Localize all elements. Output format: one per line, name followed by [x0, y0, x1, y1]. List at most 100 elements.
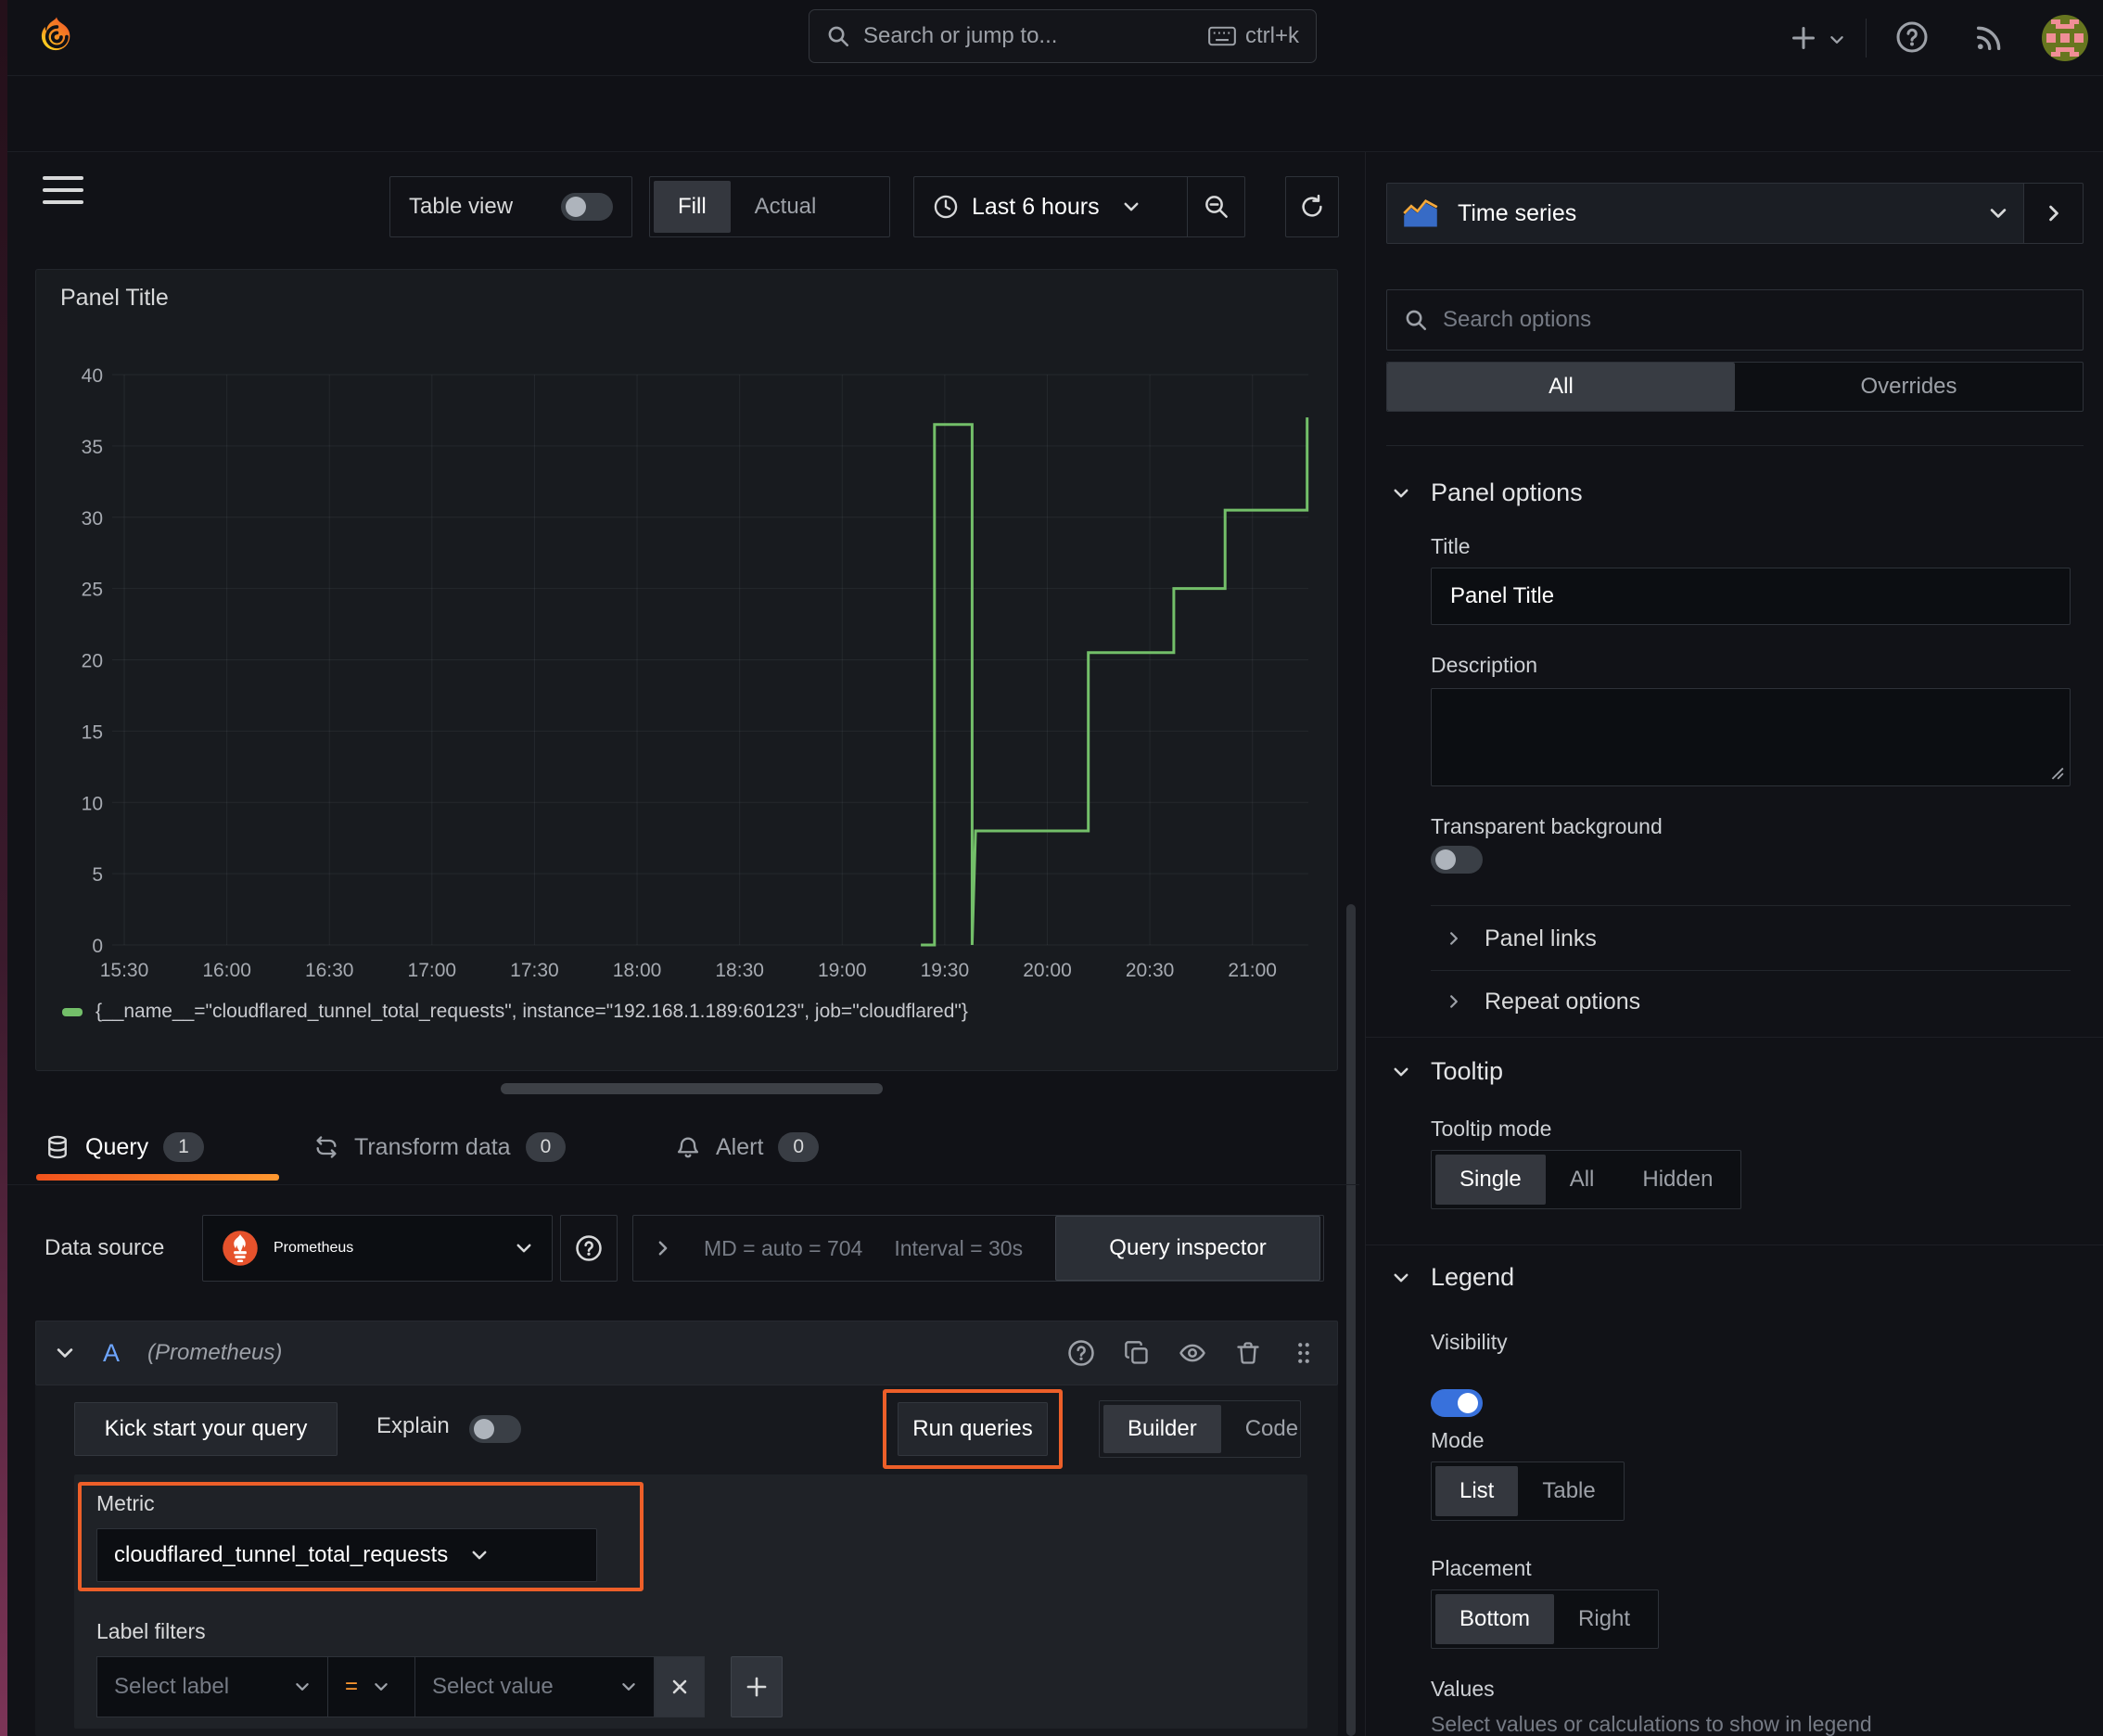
time-range-picker[interactable]: Last 6 hours	[914, 177, 1187, 236]
add-new-chevron-icon[interactable]	[1829, 32, 1845, 48]
series-line	[921, 417, 1309, 947]
tooltip-mode-label: Tooltip mode	[1431, 1117, 1552, 1141]
avatar[interactable]	[2042, 15, 2088, 61]
chevron-down-icon	[1392, 1063, 1410, 1081]
x-tick-label: 18:30	[715, 960, 764, 981]
select-value-dropdown[interactable]: Select value	[415, 1656, 655, 1717]
title-field-label: Title	[1431, 534, 1471, 558]
code-option[interactable]: Code	[1221, 1405, 1322, 1453]
legend-mode-table[interactable]: Table	[1518, 1466, 1619, 1516]
max-data-points-summary: MD = auto = 704	[704, 1235, 863, 1260]
legend-visibility-toggle[interactable]	[1431, 1389, 1483, 1417]
query-help-icon[interactable]	[1066, 1338, 1096, 1368]
refresh-icon	[1298, 193, 1326, 221]
chevron-down-icon	[373, 1679, 389, 1695]
grafana-logo[interactable]	[35, 11, 78, 63]
datasource-label: Data source	[45, 1235, 165, 1260]
query-row-header[interactable]: A (Prometheus)	[35, 1321, 1338, 1385]
transparent-background-label: Transparent background	[1431, 814, 1663, 838]
duplicate-query-icon[interactable]	[1122, 1338, 1152, 1368]
breadcrumb-bar	[0, 76, 2103, 204]
collapse-chevron-down-icon[interactable]	[55, 1343, 75, 1363]
remove-filter-button[interactable]	[655, 1656, 705, 1717]
y-tick-label: 30	[82, 508, 103, 530]
tab-all[interactable]: All	[1387, 363, 1735, 411]
toggle-visibility-eye-icon[interactable]	[1178, 1338, 1207, 1368]
chevron-right-icon[interactable]	[654, 1239, 672, 1257]
global-search-input[interactable]: Search or jump to... ctrl+k	[809, 9, 1317, 63]
actual-option[interactable]: Actual	[731, 181, 841, 233]
chevron-down-icon	[1392, 1269, 1410, 1287]
select-label-dropdown[interactable]: Select label	[96, 1656, 328, 1717]
drag-grip-icon[interactable]	[1289, 1338, 1319, 1368]
menu-hamburger-icon[interactable]	[43, 176, 83, 204]
options-search-input[interactable]: Search options	[1386, 289, 2084, 351]
run-queries-button[interactable]: Run queries	[898, 1402, 1048, 1456]
transparent-background-toggle[interactable]	[1431, 846, 1483, 874]
panel-links-section[interactable]: Panel links	[1446, 922, 1597, 955]
metric-select[interactable]: cloudflared_tunnel_total_requests	[96, 1528, 597, 1582]
refresh-button[interactable]	[1285, 176, 1339, 237]
legend-placement-bottom[interactable]: Bottom	[1435, 1594, 1555, 1644]
visualization-name: Time series	[1458, 199, 1577, 226]
zoom-out-button[interactable]	[1187, 177, 1244, 236]
panel-title-input[interactable]: Panel Title	[1431, 568, 2071, 625]
builder-option[interactable]: Builder	[1103, 1405, 1221, 1453]
question-icon	[575, 1234, 603, 1262]
query-inspector-button[interactable]: Query inspector	[1055, 1216, 1320, 1281]
query-count-badge: 1	[163, 1132, 204, 1162]
tooltip-mode-single[interactable]: Single	[1435, 1155, 1546, 1205]
tooltip-mode-hidden[interactable]: Hidden	[1618, 1155, 1737, 1205]
tab-overrides[interactable]: Overrides	[1735, 363, 2083, 411]
chevron-down-icon	[294, 1679, 311, 1695]
x-tick-label: 19:00	[818, 960, 867, 981]
description-textarea[interactable]	[1431, 688, 2071, 786]
chevron-down-icon	[1988, 203, 2008, 223]
legend-values-label: Values	[1431, 1677, 1495, 1701]
chart-legend[interactable]: {__name__="cloudflared_tunnel_total_requ…	[62, 1001, 968, 1023]
legend-section-header[interactable]: Legend	[1392, 1263, 1514, 1292]
visualization-picker[interactable]: Time series	[1386, 183, 2024, 244]
add-filter-button[interactable]	[731, 1656, 783, 1717]
window-edge-strip	[0, 0, 7, 1736]
fill-option[interactable]: Fill	[654, 181, 731, 233]
y-tick-label: 20	[82, 651, 103, 672]
x-tick-label: 17:00	[408, 960, 457, 981]
tooltip-mode-all[interactable]: All	[1546, 1155, 1619, 1205]
chevron-down-icon	[620, 1679, 637, 1695]
scrollbar[interactable]	[1346, 904, 1356, 1736]
tooltip-mode-radio-group: Single All Hidden	[1431, 1150, 1742, 1209]
kick-start-query-button[interactable]: Kick start your query	[74, 1402, 338, 1456]
tab-alert[interactable]: Alert 0	[675, 1109, 820, 1185]
time-range-control: Last 6 hours	[913, 176, 1245, 237]
explain-toggle[interactable]	[469, 1415, 521, 1443]
datasource-help-button[interactable]	[560, 1215, 618, 1282]
news-rss-icon[interactable]	[1973, 22, 2005, 54]
tooltip-section-header[interactable]: Tooltip	[1392, 1057, 1503, 1086]
help-icon[interactable]	[1895, 20, 1929, 54]
add-new-button[interactable]	[1790, 24, 1817, 52]
panel-options-section-header[interactable]: Panel options	[1392, 479, 1583, 507]
datasource-picker[interactable]: Prometheus	[202, 1215, 553, 1282]
zoom-out-icon	[1203, 193, 1230, 221]
clock-icon	[933, 194, 959, 220]
alert-count-badge: 0	[778, 1132, 820, 1162]
repeat-options-section[interactable]: Repeat options	[1446, 985, 1640, 1018]
label-filters-label: Label filters	[96, 1619, 206, 1643]
options-search-placeholder: Search options	[1443, 307, 1592, 332]
legend-visibility-label: Visibility	[1431, 1330, 1508, 1354]
legend-series-swatch	[62, 1007, 83, 1016]
divider	[1386, 445, 2084, 446]
pane-resize-handle[interactable]	[501, 1083, 883, 1094]
legend-placement-right[interactable]: Right	[1554, 1594, 1654, 1644]
tab-transform-data[interactable]: Transform data 0	[313, 1109, 567, 1185]
time-series-chart[interactable]: 0 5 10 15 20 25 30 35 40 15:30 16:00 16:30 17:00 17:3…	[36, 270, 1339, 1072]
table-view-toggle[interactable]	[561, 193, 613, 221]
legend-mode-list[interactable]: List	[1435, 1466, 1519, 1516]
options-filter-tabs: All Overrides	[1386, 362, 2084, 412]
resize-handle-icon[interactable]	[2049, 765, 2064, 780]
operator-dropdown[interactable]: =	[328, 1656, 415, 1717]
toggle-viz-pane-button[interactable]	[2024, 183, 2084, 244]
delete-query-trash-icon[interactable]	[1233, 1338, 1263, 1368]
x-tick-label: 18:00	[613, 960, 662, 981]
